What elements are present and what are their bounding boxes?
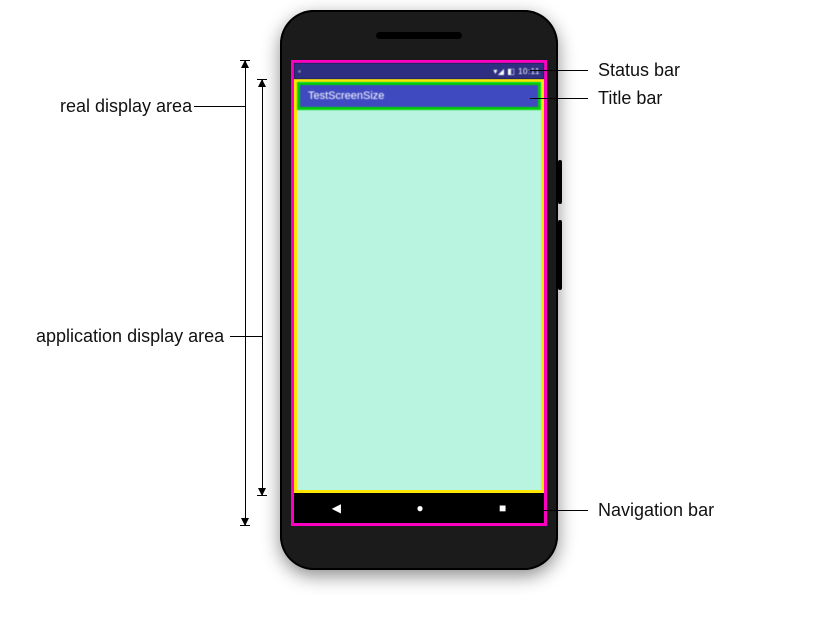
real-display-extent-line (245, 60, 246, 526)
phone-side-button (558, 220, 562, 290)
nav-home-icon[interactable]: ● (416, 501, 423, 515)
status-bar-label: Status bar (598, 60, 680, 81)
arrow-up-icon (258, 79, 266, 87)
leader-line (230, 336, 262, 337)
nav-recent-icon[interactable]: ■ (499, 501, 506, 515)
phone-frame: ▫ ▾◢ ◧ 10:11 TestScreenSize ◀ ● ■ (280, 10, 558, 570)
leader-line (544, 510, 588, 511)
status-bar: ▫ ▾◢ ◧ 10:11 (294, 63, 544, 79)
navigation-bar-label: Navigation bar (598, 500, 714, 521)
nav-back-icon[interactable]: ◀ (332, 501, 341, 515)
leader-line (194, 106, 245, 107)
real-display-area: ▫ ▾◢ ◧ 10:11 TestScreenSize ◀ ● ■ (291, 60, 547, 526)
title-bar: TestScreenSize (297, 82, 541, 110)
application-display-area-label: application display area (36, 326, 224, 347)
app-content (297, 110, 541, 490)
real-display-area-label: real display area (60, 96, 192, 117)
leader-line (530, 98, 588, 99)
arrow-down-icon (241, 518, 249, 526)
phone-side-button (558, 160, 562, 204)
app-title: TestScreenSize (308, 90, 384, 102)
title-bar-label: Title bar (598, 88, 662, 109)
arrow-up-icon (241, 60, 249, 68)
status-notification-icon: ▫ (298, 67, 301, 76)
status-time: 10:11 (518, 67, 540, 76)
status-right: ▾◢ ◧ 10:11 (493, 67, 540, 76)
phone-speaker (376, 32, 462, 39)
application-display-extent-line (262, 79, 263, 496)
navigation-bar[interactable]: ◀ ● ■ (294, 493, 544, 523)
signal-icons: ▾◢ ◧ (493, 67, 515, 76)
arrow-down-icon (258, 488, 266, 496)
application-display-area: TestScreenSize (294, 79, 544, 493)
leader-line (530, 70, 588, 71)
